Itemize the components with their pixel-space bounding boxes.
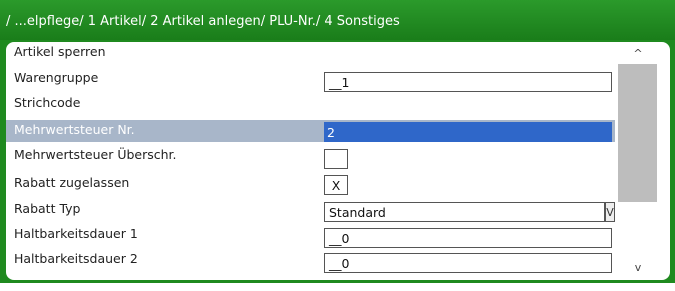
mehrwertsteuer-ueberschr-checkbox[interactable] (324, 149, 348, 169)
chevron-down-icon[interactable]: v (618, 257, 658, 279)
mehrwertsteuer-nr-field[interactable]: 2 (324, 122, 612, 142)
row-strichcode[interactable]: Strichcode (6, 93, 615, 115)
row-label: Mehrwertsteuer Überschr. (14, 147, 177, 162)
bottom-strip (0, 283, 675, 291)
haltbarkeitsdauer-2-field[interactable]: __0 (324, 253, 612, 273)
rabatt-zugelassen-checkbox[interactable]: X (324, 175, 348, 195)
row-label: Artikel sperren (14, 44, 106, 59)
breadcrumb-title: / ...elpflege/ 1 Artikel/ 2 Artikel anle… (6, 14, 400, 29)
rabatt-typ-select[interactable]: Standard (324, 202, 605, 222)
row-label: Haltbarkeitsdauer 1 (14, 226, 138, 241)
row-label: Strichcode (14, 95, 81, 110)
scroll-thumb[interactable] (618, 64, 657, 202)
row-label: Rabatt zugelassen (14, 175, 130, 190)
warengruppe-field[interactable]: __1 (324, 72, 612, 92)
row-artikel-sperren[interactable]: Artikel sperren (6, 42, 615, 64)
row-label: Mehrwertsteuer Nr. (14, 122, 135, 137)
chevron-up-icon[interactable]: ^ (618, 42, 658, 64)
vertical-scrollbar[interactable]: ^ v (616, 42, 660, 280)
haltbarkeitsdauer-1-field[interactable]: __0 (324, 228, 612, 248)
form-panel: Artikel sperren Warengruppe __1 Strichco… (6, 42, 670, 280)
title-bar: / ...elpflege/ 1 Artikel/ 2 Artikel anle… (0, 0, 675, 40)
row-mehrwertsteuer-ueberschr[interactable]: Mehrwertsteuer Überschr. (6, 145, 615, 167)
row-rabatt-zugelassen[interactable]: Rabatt zugelassen (6, 173, 615, 195)
row-label: Warengruppe (14, 70, 99, 85)
dropdown-arrow-icon[interactable]: V (605, 202, 615, 222)
row-label: Haltbarkeitsdauer 2 (14, 251, 138, 266)
row-label: Rabatt Typ (14, 201, 81, 216)
